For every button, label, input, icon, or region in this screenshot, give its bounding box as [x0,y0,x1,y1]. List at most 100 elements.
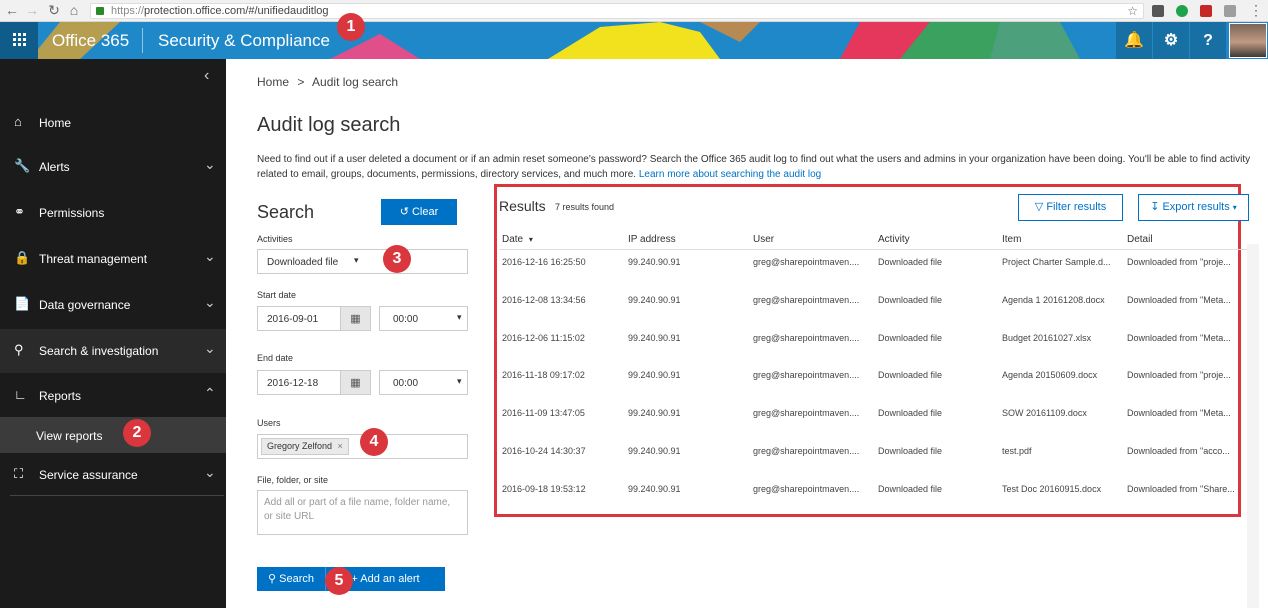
settings-gear-icon[interactable]: ⚙ [1153,22,1189,59]
nav-item-label: Data governance [39,298,131,312]
column-header-activity[interactable]: Activity [878,234,910,245]
table-cell: 2016-09-18 19:53:12 [502,483,586,494]
main-content: Home > Audit log search Audit log search… [123,13,1268,608]
file-folder-site-input[interactable]: Add all or part of a file name, folder n… [257,490,468,535]
table-cell: 99.240.90.91 [628,408,681,419]
nav-item-service-assurance[interactable]: ⛶ Service assurance ⌄ [0,453,226,497]
column-header-label: Date [502,234,524,245]
activities-value: Downloaded file [267,257,339,268]
app-name[interactable]: Office 365 [52,31,129,51]
nav-item-data-governance[interactable]: 📄 Data governance ⌄ [0,283,226,327]
service-icon: ⛶ [14,466,24,481]
reload-icon[interactable]: ↻ [46,2,62,18]
bookmark-star-icon[interactable]: ☆ [1127,4,1138,18]
nav-subitem-view-reports[interactable]: View reports [0,417,226,453]
menu-kebab-icon[interactable]: ⋮ [1248,2,1264,18]
table-cell: greg@sharepointmaven.... [753,257,860,267]
breadcrumb-home[interactable]: Home [257,75,289,89]
chevron-down-icon: ⌄ [204,340,216,356]
home-browser-icon[interactable]: ⌂ [66,2,82,18]
table-cell: Downloaded file [878,332,943,343]
column-header-item[interactable]: Item [1002,234,1021,245]
nav-item-home[interactable]: ⌂ Home [0,101,226,145]
extension-icon[interactable] [1200,5,1212,17]
table-cell: greg@sharepointmaven.... [753,483,860,494]
remove-tag-icon[interactable]: × [338,441,343,451]
table-cell: Downloaded from "Meta... [1127,332,1231,343]
file-placeholder: Add all or part of a file name, folder n… [264,497,451,522]
filter-results-button[interactable]: ▽ Filter results [1018,194,1123,221]
table-cell: 2016-12-16 16:25:50 [502,257,586,267]
browser-toolbar: ← → ↻ ⌂ https://protection.office.com/#/… [0,0,1268,22]
forward-icon[interactable]: → [24,2,40,18]
column-header-date[interactable]: Date ▾ [502,234,533,245]
table-cell: Downloaded from "proje... [1127,257,1231,267]
annotation-badge: 4 [360,428,388,456]
app-launcher-button[interactable] [0,22,38,59]
table-cell: 2016-11-18 09:17:02 [502,370,585,381]
address-bar[interactable]: https://protection.office.com/#/unifieda… [90,3,1144,19]
chevron-down-icon: ⌄ [204,294,216,310]
people-icon: ⚭ [14,204,25,219]
end-time-select[interactable]: 00:00 ▾ [379,370,468,395]
start-date-field[interactable]: 2016-09-01 ▦ [257,306,371,331]
column-header-ip[interactable]: IP address [628,234,676,245]
table-cell: Downloaded file [878,483,943,494]
table-cell: Project Charter Sample.d... [1002,257,1111,267]
table-cell: Downloaded from "Meta... [1127,408,1231,419]
nav-item-reports[interactable]: ∟ Reports ⌃ [0,374,226,418]
column-header-user[interactable]: User [753,234,774,245]
activities-dropdown[interactable]: Downloaded file ▾ [257,249,468,274]
end-date-field[interactable]: 2016-12-18 ▦ [257,370,371,395]
start-time-value: 00:00 [393,314,419,325]
calendar-icon[interactable]: ▦ [340,307,370,330]
table-cell: Downloaded file [878,446,943,456]
start-time-select[interactable]: 00:00 ▾ [379,306,468,331]
nav-item-label: Reports [39,389,82,403]
table-cell: Downloaded from "Meta... [1127,294,1231,305]
notification-bell-icon[interactable]: 🔔 [1116,22,1152,59]
file-folder-site-label: File, folder, or site [257,475,329,485]
table-cell: greg@sharepointmaven.... [753,370,860,381]
collapse-nav-icon[interactable]: ‹ [204,67,209,85]
caret-down-icon: ▾ [1232,203,1237,212]
search-icon: ⚲ [268,573,277,585]
caret-down-icon: ▾ [354,255,359,265]
learn-more-link[interactable]: Learn more about searching the audit log [639,169,821,180]
home-icon: ⌂ [14,114,22,129]
export-results-button[interactable]: ↧ Export results ▾ [1138,194,1249,221]
help-icon[interactable]: ? [1190,22,1226,59]
column-header-detail[interactable]: Detail [1127,234,1153,245]
results-scrollbar[interactable] [1247,244,1259,608]
filter-results-label: Filter results [1046,201,1107,213]
annotation-badge: 3 [383,245,411,273]
nav-item-alerts[interactable]: 🔧 Alerts ⌄ [0,145,226,189]
nav-item-label: Home [39,116,72,130]
search-title: Search [257,202,315,222]
extension-icon[interactable] [1152,5,1164,17]
clear-button[interactable]: ↺ Clear [381,199,457,225]
activities-label: Activities [257,234,293,244]
chevron-down-icon: ⌄ [204,464,216,480]
calendar-icon[interactable]: ▦ [340,371,370,394]
nav-item-search-investigation[interactable]: ⚲ Search & investigation ⌄ [0,329,226,373]
header-divider [142,28,143,53]
nav-item-threat-management[interactable]: 🔒 Threat management ⌄ [0,237,226,281]
extension-icon[interactable] [1176,5,1188,17]
table-cell: Downloaded from "acco... [1127,446,1230,456]
table-cell: 99.240.90.91 [628,483,681,494]
user-avatar[interactable] [1229,23,1267,58]
end-time-value: 00:00 [393,378,419,389]
sort-descending-icon: ▾ [528,235,533,244]
nav-item-label: Alerts [39,160,70,174]
search-icon: ⚲ [14,342,24,357]
nav-item-permissions[interactable]: ⚭ Permissions [0,191,226,235]
section-title[interactable]: Security & Compliance [158,31,330,51]
back-icon[interactable]: ← [4,2,20,18]
export-results-label: Export results [1162,201,1230,213]
table-cell: Downloaded from "Share... [1127,483,1235,494]
extension-icon[interactable] [1224,5,1236,17]
annotation-badge: 1 [337,13,365,41]
search-button[interactable]: ⚲ Search [257,567,325,591]
nav-item-label: Service assurance [39,468,138,482]
